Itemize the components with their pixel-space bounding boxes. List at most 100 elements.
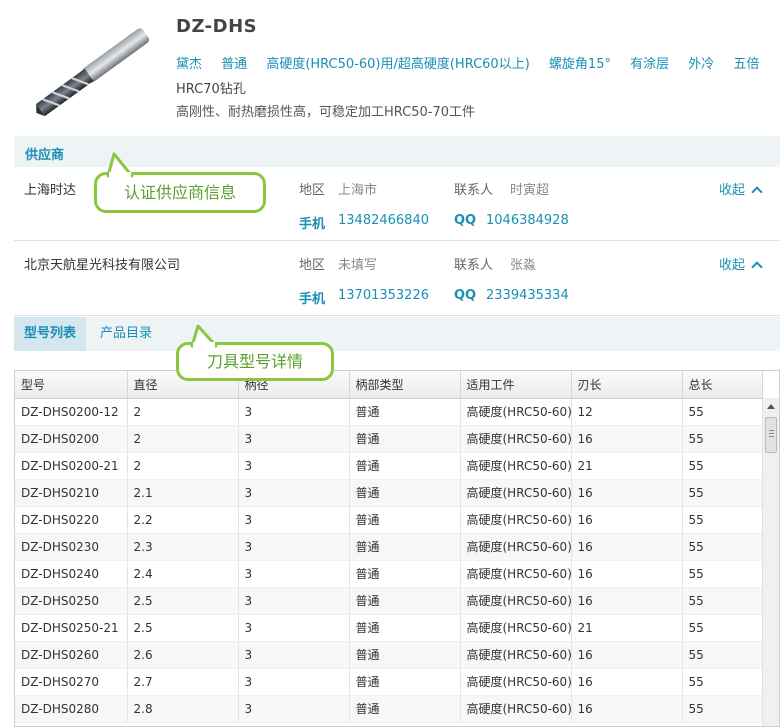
- cell-shank-diameter: 3: [238, 668, 350, 696]
- drill-bit-image: [36, 28, 150, 117]
- table-row[interactable]: DZ-DHS0200-12 2 3 普通 高硬度(HRC50-60)/12 55: [15, 398, 763, 426]
- cell-shank-diameter: 3: [238, 641, 350, 669]
- tab-bar: 型号列表 产品目录: [14, 317, 780, 351]
- tag-coolant[interactable]: 外冷: [688, 57, 714, 72]
- cell-flute-length: 16: [571, 587, 683, 615]
- phone-value[interactable]: 13701353226: [338, 288, 429, 303]
- cell-workpiece: 高硬度(HRC50-60)/: [460, 533, 572, 561]
- cell-workpiece: 高硬度(HRC50-60)/: [460, 560, 572, 588]
- cell-model: DZ-DHS0210: [15, 479, 128, 507]
- cell-model: DZ-DHS0280: [15, 695, 128, 723]
- cell-workpiece: 高硬度(HRC50-60)/: [460, 614, 572, 642]
- tab-product-catalog[interactable]: 产品目录: [90, 317, 162, 351]
- collapse-label: 收起: [719, 183, 746, 198]
- cell-model: DZ-DHS0250-21: [15, 614, 128, 642]
- cell-total-length: 55: [682, 668, 763, 696]
- supplier-section-title: 供应商: [25, 148, 65, 163]
- phone-value[interactable]: 13482466840: [338, 213, 429, 228]
- supplier-name: 北京天航星光科技有限公司: [24, 258, 181, 273]
- table-row[interactable]: DZ-DHS0280 2.8 3 普通 高硬度(HRC50-60)/16 55: [15, 695, 763, 723]
- product-tags: 黛杰 普通 高硬度(HRC50-60)用/超高硬度(HRC60以上) 螺旋角15…: [176, 52, 771, 102]
- table-row[interactable]: DZ-DHS0260 2.6 3 普通 高硬度(HRC50-60)/16 55: [15, 641, 763, 669]
- supplier-row: 北京天航星光科技有限公司 地区 未填写 联系人 张淼 手机 1370135322…: [14, 242, 780, 316]
- cell-total-length: 55: [682, 533, 763, 561]
- model-table: 型号 直径 柄径 柄部类型 适用工件 刃长 总长 DZ-DHS0200-12 2 3…: [14, 370, 780, 727]
- tag-coating[interactable]: 有涂层: [630, 57, 669, 72]
- cell-shank-diameter: 3: [238, 587, 350, 615]
- table-row[interactable]: DZ-DHS0270 2.7 3 普通 高硬度(HRC50-60)/16 55: [15, 668, 763, 696]
- cell-shank-diameter: 3: [238, 398, 350, 426]
- cell-shank-type: 普通: [349, 641, 461, 669]
- cell-shank-type: 普通: [349, 479, 461, 507]
- column-header-flute-length[interactable]: 刃长: [571, 371, 683, 399]
- cell-flute-length: 16: [571, 533, 683, 561]
- table-row[interactable]: DZ-DHS0200-21 2 3 普通 高硬度(HRC50-60)/21 55: [15, 452, 763, 480]
- product-title: DZ-DHS: [176, 16, 258, 37]
- column-header-shank-type[interactable]: 柄部类型: [349, 371, 461, 399]
- vertical-scrollbar[interactable]: [762, 398, 779, 726]
- table-header-row: 型号 直径 柄径 柄部类型 适用工件 刃长 总长: [15, 371, 763, 399]
- supplier-name: 上海时达: [24, 183, 77, 198]
- table-row[interactable]: DZ-DHS0220 2.2 3 普通 高硬度(HRC50-60)/16 55: [15, 506, 763, 534]
- scroll-up-arrow-icon[interactable]: [767, 404, 775, 409]
- table-row[interactable]: DZ-DHS0250-21 2.5 3 普通 高硬度(HRC50-60)/21 55: [15, 614, 763, 642]
- cell-model: DZ-DHS0240: [15, 560, 128, 588]
- scrollbar-thumb[interactable]: [765, 417, 777, 453]
- cell-model: DZ-DHS0200-21: [15, 452, 128, 480]
- cell-model: DZ-DHS0200-12: [15, 398, 128, 426]
- phone-label: 手机: [299, 292, 326, 307]
- cell-shank-diameter: 3: [238, 533, 350, 561]
- table-row[interactable]: DZ-DHS0240 2.4 3 普通 高硬度(HRC50-60)/16 55: [15, 560, 763, 588]
- qq-value[interactable]: 2339435334: [486, 288, 569, 303]
- cell-diameter: 2: [127, 425, 239, 453]
- cell-flute-length: 16: [571, 506, 683, 534]
- collapse-label: 收起: [719, 258, 746, 273]
- cell-flute-length: 21: [571, 614, 683, 642]
- column-header-model[interactable]: 型号: [15, 371, 128, 399]
- column-header-total-length[interactable]: 总长: [682, 371, 763, 399]
- cell-workpiece: 高硬度(HRC50-60)/: [460, 641, 572, 669]
- cell-shank-type: 普通: [349, 614, 461, 642]
- qq-label: QQ: [454, 213, 477, 228]
- cell-workpiece: 高硬度(HRC50-60)/: [460, 506, 572, 534]
- product-header: DZ-DHS 黛杰 普通 高硬度(HRC50-60)用/超高硬度(HRC60以上…: [0, 0, 780, 130]
- cell-diameter: 2.5: [127, 587, 239, 615]
- tag-length-ratio[interactable]: 五倍: [733, 57, 759, 72]
- cell-model: DZ-DHS0270: [15, 668, 128, 696]
- cell-diameter: 2.6: [127, 641, 239, 669]
- table-row[interactable]: DZ-DHS0250 2.5 3 普通 高硬度(HRC50-60)/16 55: [15, 587, 763, 615]
- cell-shank-diameter: 3: [238, 479, 350, 507]
- qq-value[interactable]: 1046384928: [486, 213, 569, 228]
- cell-diameter: 2.5: [127, 614, 239, 642]
- tab-model-list[interactable]: 型号列表: [14, 317, 87, 351]
- contact-value: 张淼: [510, 258, 537, 273]
- tag-shank-type[interactable]: 普通: [221, 57, 247, 72]
- cell-shank-diameter: 3: [238, 452, 350, 480]
- collapse-button[interactable]: 收起: [719, 254, 763, 273]
- tag-hardness[interactable]: 高硬度(HRC50-60)用/超高硬度(HRC60以上): [266, 57, 529, 72]
- callout-model-text: 刀具型号详情: [206, 352, 303, 371]
- table-row[interactable]: DZ-DHS0210 2.1 3 普通 高硬度(HRC50-60)/16 55: [15, 479, 763, 507]
- cell-total-length: 55: [682, 641, 763, 669]
- cell-total-length: 55: [682, 479, 763, 507]
- table-row[interactable]: DZ-DHS0200 2 3 普通 高硬度(HRC50-60)/16 55: [15, 425, 763, 453]
- cell-flute-length: 16: [571, 425, 683, 453]
- tag-helix-angle[interactable]: 螺旋角15°: [549, 57, 611, 72]
- contact-label: 联系人: [454, 258, 494, 273]
- cell-diameter: 2.7: [127, 668, 239, 696]
- collapse-button[interactable]: 收起: [719, 179, 763, 198]
- callout-pointer-icon: [190, 324, 218, 348]
- cell-shank-type: 普通: [349, 398, 461, 426]
- tag-brand[interactable]: 黛杰: [176, 57, 202, 72]
- cell-flute-length: 16: [571, 668, 683, 696]
- region-value: 未填写: [338, 258, 378, 273]
- cell-total-length: 55: [682, 614, 763, 642]
- cell-total-length: 55: [682, 587, 763, 615]
- cell-shank-type: 普通: [349, 695, 461, 723]
- cell-diameter: 2: [127, 398, 239, 426]
- column-header-workpiece[interactable]: 适用工件: [460, 371, 572, 399]
- table-row[interactable]: DZ-DHS0230 2.3 3 普通 高硬度(HRC50-60)/16 55: [15, 533, 763, 561]
- cell-model: DZ-DHS0230: [15, 533, 128, 561]
- cell-total-length: 55: [682, 506, 763, 534]
- callout-supplier-info: 认证供应商信息: [94, 172, 266, 213]
